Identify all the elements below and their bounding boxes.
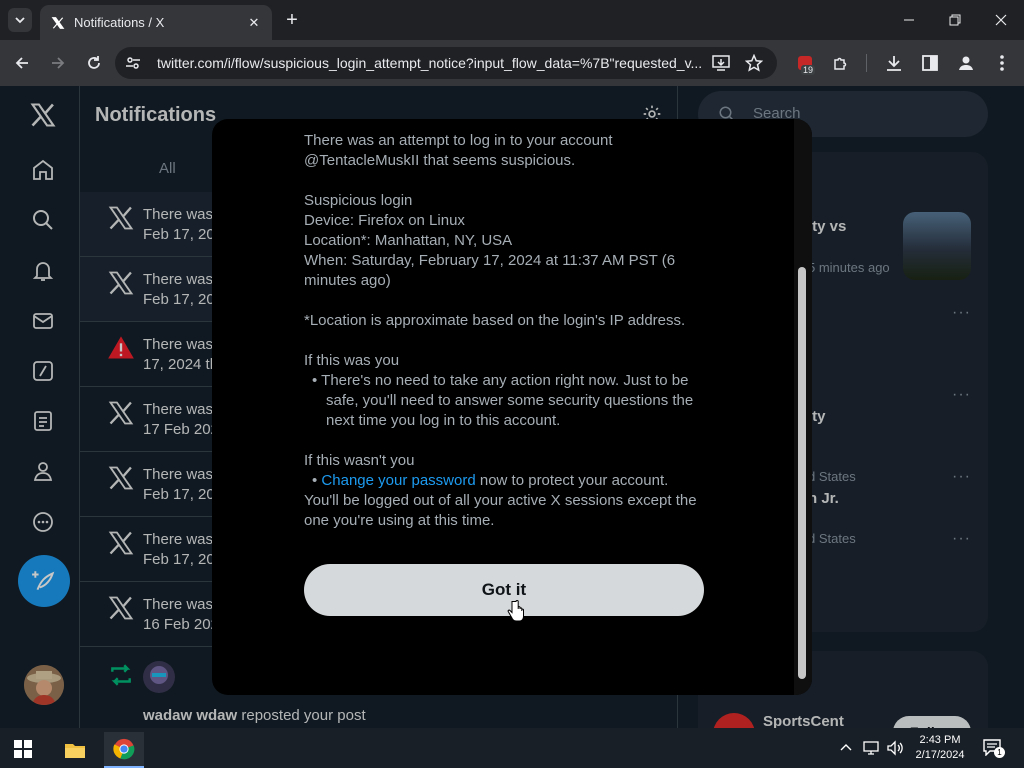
network-icon[interactable] — [862, 740, 880, 756]
chevron-down-icon — [15, 17, 25, 24]
if-not-heading: If this wasn't you — [304, 452, 415, 469]
more-vertical-icon — [1000, 55, 1004, 71]
reload-button[interactable] — [82, 51, 106, 75]
star-bookmark-icon[interactable] — [745, 54, 763, 72]
windows-taskbar: 2:43 PM 2/17/2024 1 — [0, 728, 1024, 768]
windows-start-icon[interactable] — [14, 740, 32, 758]
volume-icon[interactable] — [886, 740, 904, 756]
browser-tab-bar: Notifications / X ✕ + — [0, 0, 1024, 40]
x-app: Notifications All There was Feb 17, 20 T… — [0, 86, 1024, 728]
extension-badge: 19 — [801, 65, 816, 75]
system-clock[interactable]: 2:43 PM 2/17/2024 — [910, 733, 970, 763]
x-favicon-icon — [50, 15, 66, 31]
suspicious-login-dialog: There was an attempt to log in to your a… — [212, 119, 812, 695]
arrow-right-icon — [52, 57, 65, 69]
login-details: Suspicious login Device: Firefox on Linu… — [304, 191, 708, 291]
chrome-taskbar-button[interactable] — [104, 732, 144, 768]
tab-title: Notifications / X — [74, 15, 165, 30]
side-panel-icon — [922, 55, 938, 71]
browser-menu-button[interactable] — [990, 51, 1014, 75]
minimize-button[interactable] — [894, 8, 924, 32]
if-not-after-link: now to protect your account. — [479, 472, 669, 489]
if-not-section: If this wasn't you • Change your passwor… — [304, 452, 697, 529]
restore-button[interactable] — [940, 8, 970, 32]
profile-icon — [959, 56, 973, 70]
address-bar[interactable]: twitter.com/i/flow/suspicious_login_atte… — [115, 47, 777, 79]
chrome-icon — [113, 738, 135, 760]
profile-button[interactable] — [954, 51, 978, 75]
if-not-extra: You'll be logged out of all your active … — [304, 492, 697, 529]
location-note: *Location is approximate based on the lo… — [304, 312, 686, 329]
minimize-icon — [904, 19, 914, 21]
forward-button[interactable] — [46, 51, 70, 75]
location-line: Location*: Manhattan, NY, USA — [304, 232, 513, 249]
file-explorer-button[interactable] — [55, 732, 95, 768]
got-it-button[interactable]: Got it — [304, 564, 704, 616]
details-heading: Suspicious login — [304, 192, 413, 209]
puzzle-icon — [834, 57, 847, 70]
folder-icon — [65, 744, 85, 758]
site-settings-icon[interactable] — [125, 55, 141, 71]
clock-time: 2:43 PM — [919, 734, 961, 746]
reload-icon — [88, 56, 100, 69]
change-password-link[interactable]: Change your password — [321, 472, 475, 489]
if-you-section: If this was you • There's no need to tak… — [304, 352, 694, 429]
close-window-button[interactable] — [986, 8, 1016, 32]
url-text: twitter.com/i/flow/suspicious_login_atte… — [157, 55, 703, 71]
extensions-puzzle-button[interactable] — [829, 51, 853, 75]
hand-cursor-icon — [507, 600, 524, 622]
extension-button[interactable]: 19 — [793, 51, 817, 75]
downloads-button[interactable] — [882, 51, 906, 75]
clock-date: 2/17/2024 — [915, 749, 965, 761]
if-you-bullet: There's no need to take any action right… — [321, 372, 694, 429]
device-line: Device: Firefox on Linux — [304, 212, 465, 229]
new-tab-button[interactable]: + — [282, 9, 302, 31]
notification-count-badge: 1 — [994, 747, 1005, 758]
download-icon — [887, 56, 901, 71]
intro-text: There was an attempt to log in to your a… — [304, 132, 613, 169]
dialog-scrollbar[interactable] — [794, 119, 812, 695]
dialog-body: There was an attempt to log in to your a… — [304, 119, 708, 551]
restore-icon — [949, 14, 961, 26]
browser-toolbar: twitter.com/i/flow/suspicious_login_atte… — [0, 40, 1024, 86]
toolbar-divider — [866, 54, 867, 72]
arrow-left-icon — [15, 57, 28, 69]
tab-close-icon[interactable]: ✕ — [246, 15, 262, 31]
scrollbar-thumb[interactable] — [798, 267, 806, 679]
when-line: When: Saturday, February 17, 2024 at 11:… — [304, 252, 676, 289]
notification-center-button[interactable]: 1 — [982, 738, 1005, 758]
chevron-up-icon[interactable] — [840, 742, 852, 752]
back-button[interactable] — [10, 51, 34, 75]
tab-search-button[interactable] — [8, 8, 32, 32]
side-panel-button[interactable] — [918, 51, 942, 75]
if-you-heading: If this was you — [304, 352, 400, 369]
browser-tab[interactable]: Notifications / X ✕ — [40, 5, 272, 40]
install-app-icon[interactable] — [712, 55, 730, 71]
close-icon — [995, 14, 1007, 26]
